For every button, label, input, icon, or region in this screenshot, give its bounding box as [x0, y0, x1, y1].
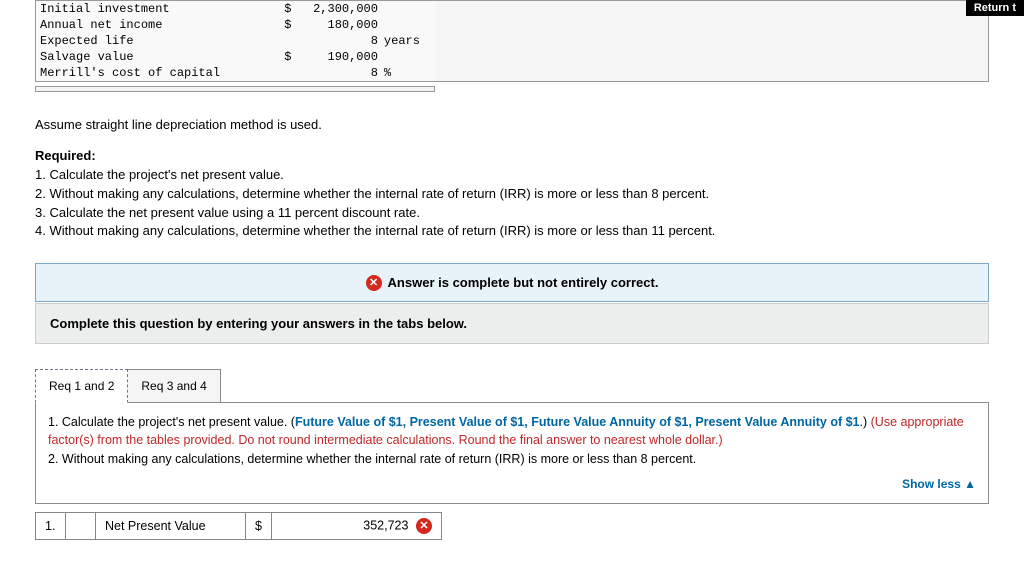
empty-cell [66, 512, 96, 539]
fact-label: Initial investment [36, 1, 274, 17]
fact-suffix [382, 49, 436, 65]
fact-suffix [382, 1, 436, 17]
sep: , [403, 415, 410, 429]
tab-req-3-4[interactable]: Req 3 and 4 [128, 369, 220, 403]
given-data-table: Initial investment$2,300,000 Annual net … [35, 0, 989, 82]
answer-table: 1. Net Present Value $ 352,723 ✕ [35, 512, 442, 540]
dollar-cell: $ [246, 512, 272, 539]
x-circle-icon: ✕ [416, 518, 432, 534]
fact-label: Merrill's cost of capital [36, 65, 274, 81]
table-row: Initial investment$2,300,000 [36, 1, 436, 17]
table-row: Merrill's cost of capital 8% [36, 65, 436, 81]
return-link[interactable]: Return t [966, 0, 1024, 16]
table-row: Annual net income$180,000 [36, 17, 436, 33]
required-section: Required: 1. Calculate the project's net… [35, 147, 989, 241]
answer-label: Net Present Value [96, 512, 246, 539]
show-less-toggle[interactable]: Show less ▲ [48, 469, 976, 493]
fact-value: 2,300,000 [295, 1, 381, 17]
required-item: 3. Calculate the net present value using… [35, 204, 989, 223]
assumption-text: Assume straight line depreciation method… [35, 117, 989, 132]
dollar-sign [274, 65, 296, 81]
link-pv-1[interactable]: Present Value of $1 [410, 415, 525, 429]
tab-content: 1. Calculate the project's net present v… [35, 402, 989, 504]
link-fva-1[interactable]: Future Value Annuity of $1 [531, 415, 688, 429]
tab-strip: Req 1 and 2 Req 3 and 4 [35, 369, 989, 403]
tab-req-1-2[interactable]: Req 1 and 2 [35, 369, 128, 403]
table-row: Salvage value$190,000 [36, 49, 436, 65]
required-item: 1. Calculate the project's net present v… [35, 166, 989, 185]
fact-label: Annual net income [36, 17, 274, 33]
fact-value: 8 [295, 65, 381, 81]
fact-label: Expected life [36, 33, 274, 49]
instruction-box: Complete this question by entering your … [35, 303, 989, 344]
fact-value: 190,000 [295, 49, 381, 65]
dollar-sign [274, 33, 296, 49]
link-fv-1[interactable]: Future Value of $1 [295, 415, 403, 429]
status-text: Answer is complete but not entirely corr… [388, 275, 659, 290]
required-item: 4. Without making any calculations, dete… [35, 222, 989, 241]
table-row: 1. Net Present Value $ 352,723 ✕ [36, 512, 442, 539]
q2-text: 2. Without making any calculations, dete… [48, 452, 696, 466]
table-footer-bar [35, 86, 435, 92]
x-circle-icon: ✕ [366, 275, 382, 291]
link-pva-1[interactable]: Present Value Annuity of $1 [695, 415, 859, 429]
dollar-sign: $ [274, 49, 296, 65]
row-number: 1. [36, 512, 66, 539]
dollar-sign: $ [274, 17, 296, 33]
q1-text: 1. Calculate the project's net present v… [48, 415, 295, 429]
chevron-up-icon: ▲ [964, 477, 976, 491]
fact-label: Salvage value [36, 49, 274, 65]
answer-value-cell[interactable]: 352,723 ✕ [271, 512, 441, 539]
required-heading: Required: [35, 147, 989, 166]
fact-suffix [382, 17, 436, 33]
fact-suffix: years [382, 33, 436, 49]
status-banner: ✕ Answer is complete but not entirely co… [35, 263, 989, 302]
fact-value: 180,000 [295, 17, 381, 33]
q1-suffix: .) [860, 415, 871, 429]
fact-value: 8 [295, 33, 381, 49]
fact-suffix: % [382, 65, 436, 81]
dollar-sign: $ [274, 1, 296, 17]
required-item: 2. Without making any calculations, dete… [35, 185, 989, 204]
table-row: Expected life 8 years [36, 33, 436, 49]
